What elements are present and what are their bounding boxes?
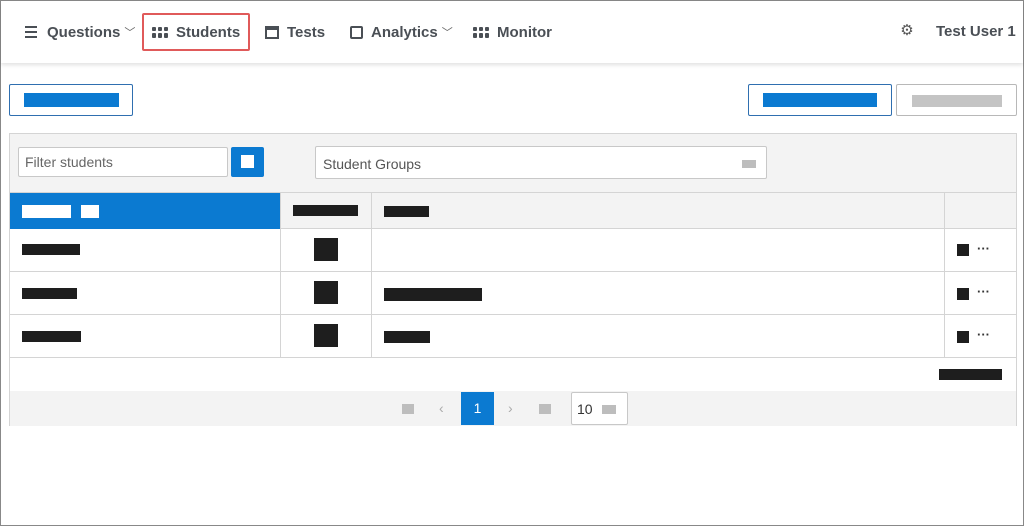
dropdown-icon xyxy=(742,160,756,168)
column-header-actions xyxy=(945,193,1016,229)
table-row[interactable]: ··· xyxy=(10,272,1016,315)
bulk-action-button[interactable] xyxy=(896,84,1017,116)
add-student-button[interactable] xyxy=(9,84,133,116)
calendar-icon xyxy=(350,25,363,39)
column-header-2[interactable] xyxy=(281,193,372,229)
nav-analytics-label: Analytics xyxy=(371,23,438,41)
table-cell: ··· xyxy=(945,272,1016,314)
last-page-button[interactable] xyxy=(539,404,551,414)
more-icon[interactable]: ··· xyxy=(977,328,990,341)
redacted-text xyxy=(384,331,430,343)
monitor-people-icon xyxy=(473,25,489,39)
more-icon[interactable]: ··· xyxy=(977,285,990,298)
nav-monitor[interactable]: Monitor xyxy=(473,13,552,51)
chevron-down-icon: ﹀ xyxy=(441,27,453,39)
nav-tests-label: Tests xyxy=(287,23,326,41)
redacted-text xyxy=(22,205,71,218)
table-row[interactable]: ··· xyxy=(10,229,1016,272)
people-icon xyxy=(152,25,168,39)
next-page-button[interactable]: › xyxy=(508,401,513,415)
page-button-1[interactable]: 1 xyxy=(461,392,494,425)
table-row[interactable]: ··· xyxy=(10,315,1016,358)
table-cell xyxy=(281,272,372,314)
pagination: ‹ 1 › 10 xyxy=(10,391,1016,426)
nav-questions-label: Questions xyxy=(47,23,121,41)
grid-icon xyxy=(265,25,279,39)
redacted-label xyxy=(763,93,877,107)
chevron-down-icon: ﹀ xyxy=(124,27,136,39)
top-navigation: Questions ﹀ Students Tests Analytics ﹀ M… xyxy=(1,1,1023,63)
column-header-name[interactable] xyxy=(10,193,281,229)
redacted-text xyxy=(384,288,482,301)
column-header-3[interactable] xyxy=(372,193,945,229)
nav-tests[interactable]: Tests xyxy=(265,13,325,51)
row-edit-icon[interactable] xyxy=(957,288,969,300)
prev-page-button[interactable]: ‹ xyxy=(439,401,444,415)
redacted-badge xyxy=(314,238,338,261)
gear-icon[interactable]: ⚙ xyxy=(899,23,915,39)
table-cell xyxy=(372,229,945,271)
redacted-label xyxy=(912,95,1002,107)
nav-students-label: Students xyxy=(176,23,241,41)
table-cell xyxy=(10,315,281,357)
nav-monitor-label: Monitor xyxy=(497,23,552,41)
user-menu[interactable]: Test User 1 xyxy=(936,23,1016,40)
table-header xyxy=(10,193,1016,229)
table-cell xyxy=(281,315,372,357)
redacted-text xyxy=(22,331,81,342)
first-page-button[interactable] xyxy=(402,404,414,414)
table-cell xyxy=(10,229,281,271)
redacted-badge xyxy=(314,281,338,304)
search-icon xyxy=(241,155,254,168)
record-count xyxy=(939,369,1002,380)
redacted-label xyxy=(24,93,119,107)
table-footer xyxy=(10,357,1016,392)
redacted-text xyxy=(22,288,77,299)
students-panel: Student Groups xyxy=(9,133,1017,426)
row-edit-icon[interactable] xyxy=(957,244,969,256)
table-cell xyxy=(10,272,281,314)
dropdown-icon xyxy=(602,405,616,414)
filter-search-button[interactable] xyxy=(231,147,264,177)
nav-analytics[interactable]: Analytics ﹀ xyxy=(350,13,453,51)
students-table: ··· ··· ··· xyxy=(10,192,1016,392)
table-cell: ··· xyxy=(945,315,1016,357)
more-icon[interactable]: ··· xyxy=(977,242,990,255)
sort-icon xyxy=(81,205,99,218)
page-size-value: 10 xyxy=(577,401,593,417)
row-edit-icon[interactable] xyxy=(957,331,969,343)
table-cell xyxy=(372,272,945,314)
nav-questions[interactable]: Questions ﹀ xyxy=(23,13,135,51)
redacted-text xyxy=(384,206,429,217)
student-groups-label: Student Groups xyxy=(323,156,422,172)
import-students-button[interactable] xyxy=(748,84,892,116)
table-cell xyxy=(372,315,945,357)
redacted-text xyxy=(293,205,358,216)
filter-students-input[interactable] xyxy=(18,147,228,177)
student-groups-select[interactable]: Student Groups xyxy=(315,146,767,179)
list-icon xyxy=(23,25,39,39)
table-cell: ··· xyxy=(945,229,1016,271)
table-cell xyxy=(281,229,372,271)
nav-students[interactable]: Students xyxy=(142,13,251,51)
redacted-text xyxy=(22,244,80,255)
redacted-badge xyxy=(314,324,338,347)
page-size-select[interactable]: 10 xyxy=(571,392,628,425)
